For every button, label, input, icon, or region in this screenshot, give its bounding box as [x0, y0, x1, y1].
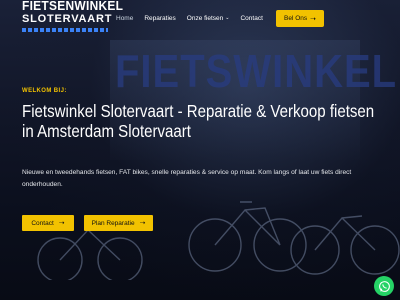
nav-item-contact[interactable]: Contact: [240, 12, 262, 24]
whatsapp-icon: [378, 280, 390, 292]
site-header: FIETSENWINKEL SLOTERVAART Home Reparatie…: [0, 0, 400, 36]
main-nav: Home Reparaties Onze fietsen ⌄ Contact: [116, 12, 263, 24]
logo-stripe: [22, 28, 108, 32]
nav-item-reparaties[interactable]: Reparaties: [144, 12, 175, 24]
nav-item-home[interactable]: Home: [116, 12, 133, 24]
chevron-down-icon: ⌄: [225, 15, 230, 21]
contact-button[interactable]: Contact ➝: [22, 215, 74, 231]
arrow-right-icon: ➝: [139, 220, 146, 227]
arrow-right-icon: ➝: [58, 220, 65, 227]
logo-title: FIETSENWINKEL: [22, 0, 124, 13]
nav-item-onze-fietsen[interactable]: Onze fietsen ⌄: [187, 12, 230, 24]
logo-subtitle: SLOTERVAART: [22, 13, 113, 25]
call-button[interactable]: Bel Ons ➝: [276, 10, 324, 27]
hero-intro: Nieuwe en tweedehands fietsen, FAT bikes…: [22, 169, 352, 188]
nav-item-label: Onze fietsen: [186, 14, 224, 22]
hero-eyebrow: WELKOM BIJ:: [22, 88, 67, 94]
contact-button-label: Contact: [31, 219, 54, 227]
whatsapp-button[interactable]: [374, 276, 394, 296]
page-title: Fietswinkel Slotervaart - Reparatie & Ve…: [22, 101, 375, 141]
shop-sign: FIETSWINKEL: [115, 46, 398, 98]
call-button-label: Bel Ons: [284, 15, 308, 22]
arrow-right-icon: ➝: [310, 15, 316, 23]
site-logo[interactable]: FIETSENWINKEL SLOTERVAART: [22, 0, 123, 34]
plan-repair-button[interactable]: Plan Reparatie ➝: [84, 215, 153, 231]
plan-repair-button-label: Plan Reparatie: [91, 219, 135, 227]
